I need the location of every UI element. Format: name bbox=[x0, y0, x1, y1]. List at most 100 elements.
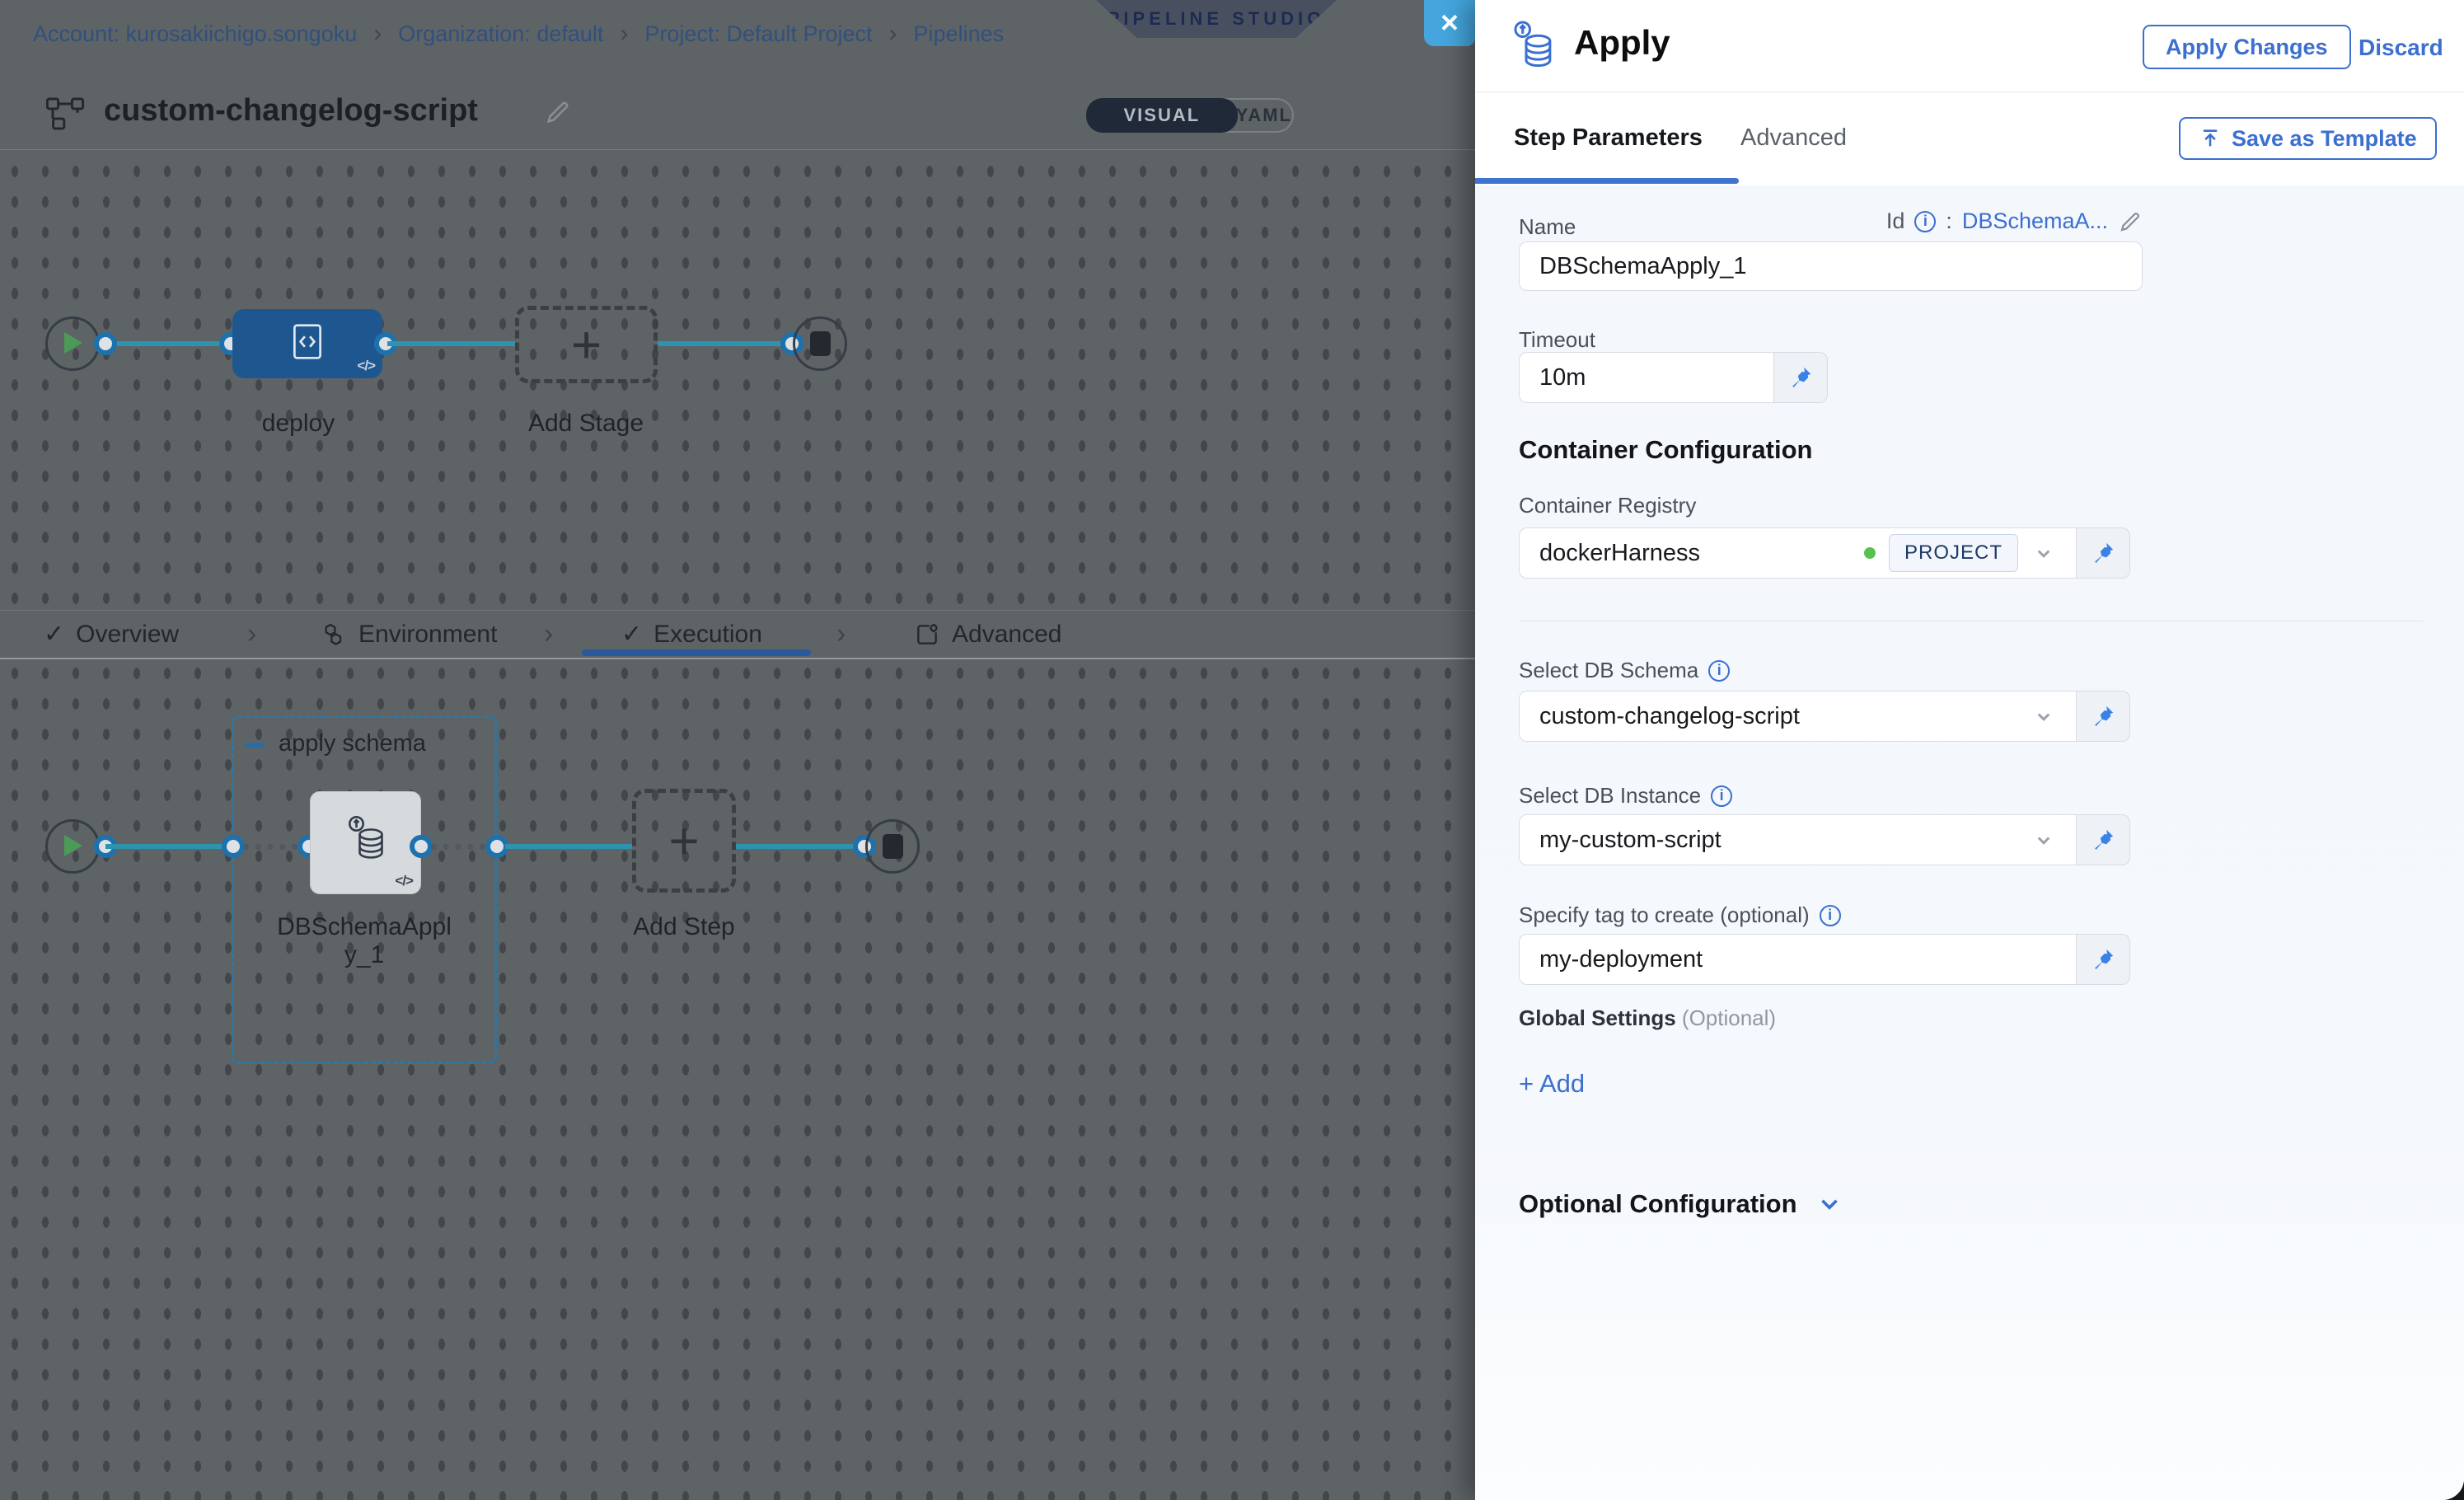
connector-line bbox=[736, 844, 855, 849]
tag-field: my-deployment bbox=[1519, 934, 2130, 985]
edit-pipeline-name-icon[interactable] bbox=[544, 98, 572, 130]
tab-advanced[interactable]: Advanced bbox=[914, 611, 1061, 658]
stage-tab-bar: ✓ Overview › Environment › ✓ Execution › bbox=[0, 610, 1475, 659]
db-instance-value: my-custom-script bbox=[1539, 827, 1722, 854]
breadcrumb-project[interactable]: Project: Default Project bbox=[644, 21, 872, 47]
container-registry-value: dockerHarness bbox=[1539, 540, 1700, 567]
id-row: Id i : DBSchemaA... bbox=[1886, 209, 2143, 234]
execution-canvas-grid bbox=[0, 659, 1475, 1500]
db-schema-value: custom-changelog-script bbox=[1539, 703, 1800, 730]
timeout-field: 10m bbox=[1519, 352, 1828, 403]
breadcrumb-separator-icon: › bbox=[373, 20, 382, 48]
check-icon: ✓ bbox=[621, 620, 642, 649]
pin-icon bbox=[1788, 365, 1813, 390]
pipeline-header: custom-changelog-script VISUAL YAML bbox=[0, 78, 1475, 150]
db-instance-pin-button[interactable] bbox=[2077, 814, 2130, 865]
connector-dotted-line bbox=[431, 844, 485, 850]
step-node-label-line2: y_1 bbox=[261, 941, 467, 969]
pin-icon bbox=[2091, 947, 2115, 972]
pin-icon bbox=[2091, 704, 2115, 729]
tab-environment[interactable]: Environment bbox=[321, 611, 497, 658]
db-instance-field: my-custom-script bbox=[1519, 814, 2130, 865]
timeout-label: Timeout bbox=[1519, 327, 1595, 353]
name-input[interactable]: DBSchemaApply_1 bbox=[1519, 241, 2143, 291]
tab-panel-advanced[interactable]: Advanced bbox=[1740, 92, 1847, 183]
connector-status-dot bbox=[1864, 547, 1876, 559]
pipeline-title: custom-changelog-script bbox=[104, 93, 478, 129]
save-as-template-button[interactable]: Save as Template bbox=[2179, 117, 2437, 160]
tab-overview-label: Overview bbox=[76, 621, 179, 649]
global-settings-optional: (Optional) bbox=[1682, 1005, 1776, 1030]
container-registry-select[interactable]: dockerHarness PROJECT bbox=[1519, 527, 2077, 579]
global-settings-label: Global Settings bbox=[1519, 1005, 1676, 1030]
add-stage-button[interactable]: + bbox=[515, 306, 658, 383]
tab-step-parameters[interactable]: Step Parameters bbox=[1514, 92, 1703, 183]
pipeline-studio-badge: PIPELINE STUDIO bbox=[1096, 0, 1337, 38]
pipeline-studio-modal: Account: kurosakiichigo.songoku › Organi… bbox=[0, 0, 2464, 1500]
info-icon[interactable]: i bbox=[1711, 785, 1732, 807]
stage-node-deploy[interactable]: </> bbox=[232, 309, 382, 378]
breadcrumb-account[interactable]: Account: kurosakiichigo.songoku bbox=[33, 21, 357, 47]
container-registry-field: dockerHarness PROJECT bbox=[1519, 527, 2130, 579]
toggle-visual[interactable]: VISUAL bbox=[1086, 98, 1238, 133]
info-icon[interactable]: i bbox=[1914, 211, 1936, 232]
global-settings-row: Global Settings (Optional) bbox=[1519, 1005, 1776, 1031]
connector-line bbox=[505, 844, 632, 849]
db-instance-label-row: Select DB Instance i bbox=[1519, 783, 1732, 809]
edit-id-icon[interactable] bbox=[2118, 209, 2143, 234]
timeout-pin-button[interactable] bbox=[1774, 352, 1828, 403]
tab-environment-label: Environment bbox=[358, 621, 497, 649]
add-global-setting-button[interactable]: + Add bbox=[1519, 1069, 1585, 1099]
panel-tab-bar: Step Parameters Advanced Save as Templat… bbox=[1475, 92, 2464, 185]
connector-dotted-line bbox=[243, 844, 297, 850]
connector-line bbox=[105, 341, 232, 346]
tab-separator-icon: › bbox=[836, 611, 846, 658]
step-node-dbschemaapply[interactable]: </> bbox=[310, 791, 421, 894]
active-panel-tab-underline bbox=[1475, 178, 1739, 184]
play-icon bbox=[64, 332, 82, 354]
chevron-down-icon bbox=[1815, 1190, 1843, 1218]
toggle-yaml[interactable]: YAML bbox=[1236, 100, 1292, 131]
container-config-heading: Container Configuration bbox=[1519, 435, 1812, 465]
play-icon bbox=[64, 835, 82, 856]
container-registry-pin-button[interactable] bbox=[2077, 527, 2130, 579]
optional-configuration-toggle[interactable]: Optional Configuration bbox=[1519, 1189, 1843, 1219]
tab-overview[interactable]: ✓ Overview bbox=[44, 611, 179, 658]
execution-flow-start-node bbox=[45, 819, 100, 874]
code-badge-icon: </> bbox=[395, 873, 413, 889]
breadcrumb-separator-icon: › bbox=[620, 20, 628, 48]
db-schema-pin-button[interactable] bbox=[2077, 691, 2130, 742]
advanced-icon bbox=[914, 621, 940, 648]
id-colon: : bbox=[1946, 209, 1952, 234]
breadcrumb-organization[interactable]: Organization: default bbox=[398, 21, 603, 47]
stage-canvas-grid bbox=[0, 157, 1475, 610]
container-registry-label: Container Registry bbox=[1519, 493, 1696, 518]
active-tab-underline bbox=[582, 649, 811, 656]
tag-pin-button[interactable] bbox=[2077, 934, 2130, 985]
breadcrumb-pipelines[interactable]: Pipelines bbox=[914, 21, 1005, 47]
apply-changes-button[interactable]: Apply Changes bbox=[2143, 25, 2351, 69]
step-node-label-line1: DBSchemaAppl bbox=[261, 913, 467, 941]
close-button[interactable]: × bbox=[1424, 0, 1475, 46]
discard-button[interactable]: Discard bbox=[2359, 35, 2443, 61]
connector-line bbox=[105, 844, 232, 849]
pipeline-canvas: Account: kurosakiichigo.songoku › Organi… bbox=[0, 0, 1475, 1500]
scope-badge: PROJECT bbox=[1889, 534, 2018, 572]
db-schema-label: Select DB Schema bbox=[1519, 658, 1698, 683]
db-instance-select[interactable]: my-custom-script bbox=[1519, 814, 2077, 865]
db-schema-select[interactable]: custom-changelog-script bbox=[1519, 691, 2077, 742]
panel-title: Apply bbox=[1574, 23, 1670, 63]
breadcrumb-separator-icon: › bbox=[889, 20, 897, 48]
db-apply-step-icon bbox=[344, 815, 387, 867]
connector-port bbox=[410, 835, 433, 858]
timeout-input[interactable]: 10m bbox=[1519, 352, 1774, 403]
tag-input[interactable]: my-deployment bbox=[1519, 934, 2077, 985]
stop-icon bbox=[810, 331, 831, 356]
collapse-group-icon[interactable] bbox=[245, 743, 265, 748]
info-icon[interactable]: i bbox=[1708, 660, 1730, 682]
execution-flow-end-node bbox=[865, 819, 920, 874]
db-instance-label: Select DB Instance bbox=[1519, 783, 1701, 809]
info-icon[interactable]: i bbox=[1820, 905, 1841, 926]
custom-stage-icon bbox=[288, 321, 326, 367]
add-step-button[interactable]: + bbox=[632, 789, 736, 893]
